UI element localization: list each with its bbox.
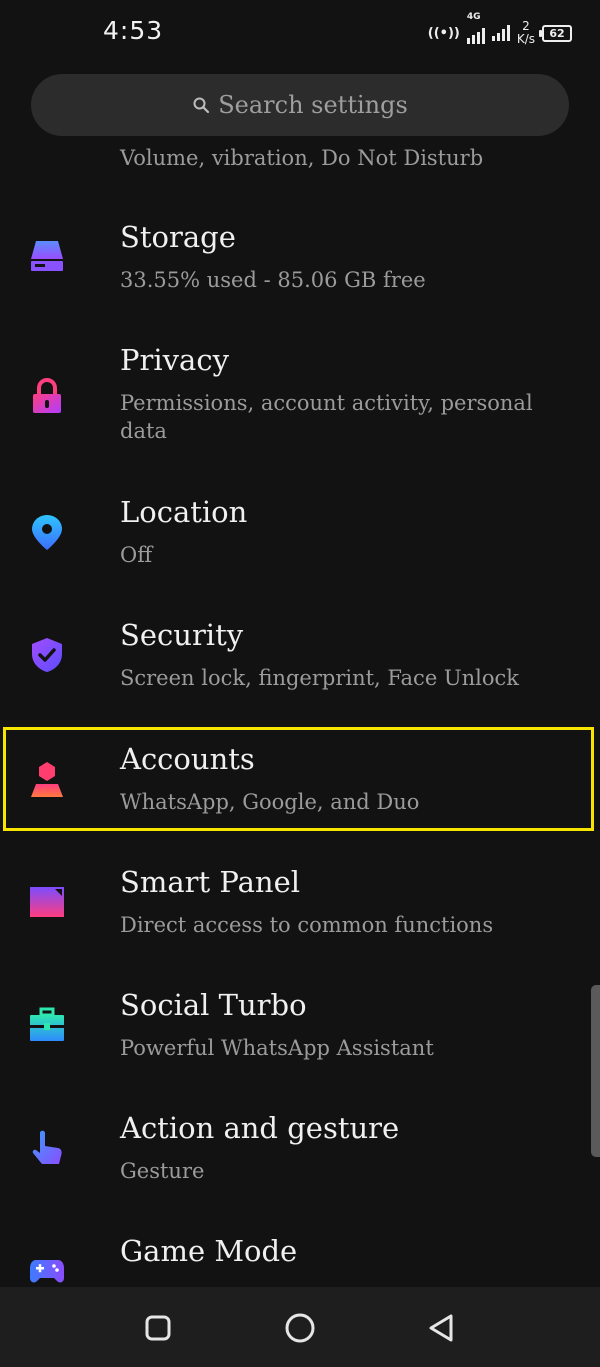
accounts-highlight-box	[3, 727, 594, 831]
signal-strength-icon: 4G	[466, 12, 485, 44]
gesture-hand-icon	[32, 1130, 62, 1164]
settings-item-subtitle: Direct access to common functions	[120, 913, 494, 937]
settings-item-title: Action and gesture	[120, 1111, 400, 1145]
settings-item-subtitle: 33.55% used - 85.06 GB free	[120, 268, 426, 292]
search-placeholder: Search settings	[218, 91, 408, 119]
privacy-lock-icon	[33, 378, 61, 413]
status-icons: ((•)) 4G 2 K/s 62	[427, 12, 572, 50]
settings-item-location[interactable]: Location Off	[0, 487, 600, 597]
settings-item-subtitle: Off	[120, 543, 153, 567]
settings-item-title: Privacy	[120, 343, 229, 377]
signal-strength-2-icon	[491, 25, 510, 41]
settings-item-sound[interactable]: Volume, vibration, Do Not Disturb	[0, 140, 600, 190]
settings-item-subtitle: Permissions, account activity, personal …	[120, 391, 533, 443]
settings-item-subtitle: Volume, vibration, Do Not Disturb	[120, 146, 484, 170]
settings-item-subtitle: Gesture	[120, 1159, 205, 1183]
recents-square-icon[interactable]	[141, 1311, 175, 1345]
settings-item-title: Location	[120, 495, 248, 529]
search-icon	[193, 97, 210, 114]
network-speed-unit: K/s	[516, 32, 535, 46]
settings-item-title: Game Mode	[120, 1234, 298, 1268]
security-shield-icon	[32, 638, 62, 672]
navigation-bar	[0, 1287, 600, 1367]
back-triangle-icon[interactable]	[425, 1311, 459, 1345]
status-time: 4:53	[103, 16, 164, 45]
settings-item-title: Social Turbo	[120, 988, 307, 1022]
network-speed: 2 K/s	[517, 20, 535, 46]
settings-item-storage[interactable]: Storage 33.55% used - 85.06 GB free	[0, 212, 600, 322]
network-type: 4G	[466, 12, 481, 22]
storage-icon	[31, 241, 63, 271]
smart-panel-icon	[30, 887, 64, 917]
search-bar[interactable]: Search settings	[31, 74, 569, 136]
location-pin-icon	[32, 515, 62, 550]
social-turbo-briefcase-icon	[30, 1007, 64, 1041]
scrollbar[interactable]	[591, 985, 600, 1157]
settings-item-social-turbo[interactable]: Social Turbo Powerful WhatsApp Assistant	[0, 980, 600, 1090]
settings-item-game-mode[interactable]: Game Mode	[0, 1226, 600, 1286]
settings-item-title: Security	[120, 618, 244, 652]
status-bar: 4:53 ((•)) 4G 2 K/s 62	[0, 0, 600, 66]
game-controller-icon	[30, 1260, 64, 1283]
settings-item-action-gesture[interactable]: Action and gesture Gesture	[0, 1103, 600, 1213]
settings-item-title: Smart Panel	[120, 865, 301, 899]
settings-item-smart-panel[interactable]: Smart Panel Direct access to common func…	[0, 857, 600, 967]
settings-item-subtitle: Powerful WhatsApp Assistant	[120, 1036, 434, 1060]
settings-item-title: Storage	[120, 220, 236, 254]
settings-item-security[interactable]: Security Screen lock, fingerprint, Face …	[0, 610, 600, 720]
home-circle-icon[interactable]	[283, 1311, 317, 1345]
hotspot-icon: ((•))	[427, 25, 460, 41]
settings-item-privacy[interactable]: Privacy Permissions, account activity, p…	[0, 335, 600, 475]
settings-item-subtitle: Screen lock, fingerprint, Face Unlock	[120, 666, 519, 690]
battery-icon: 62	[539, 24, 572, 42]
